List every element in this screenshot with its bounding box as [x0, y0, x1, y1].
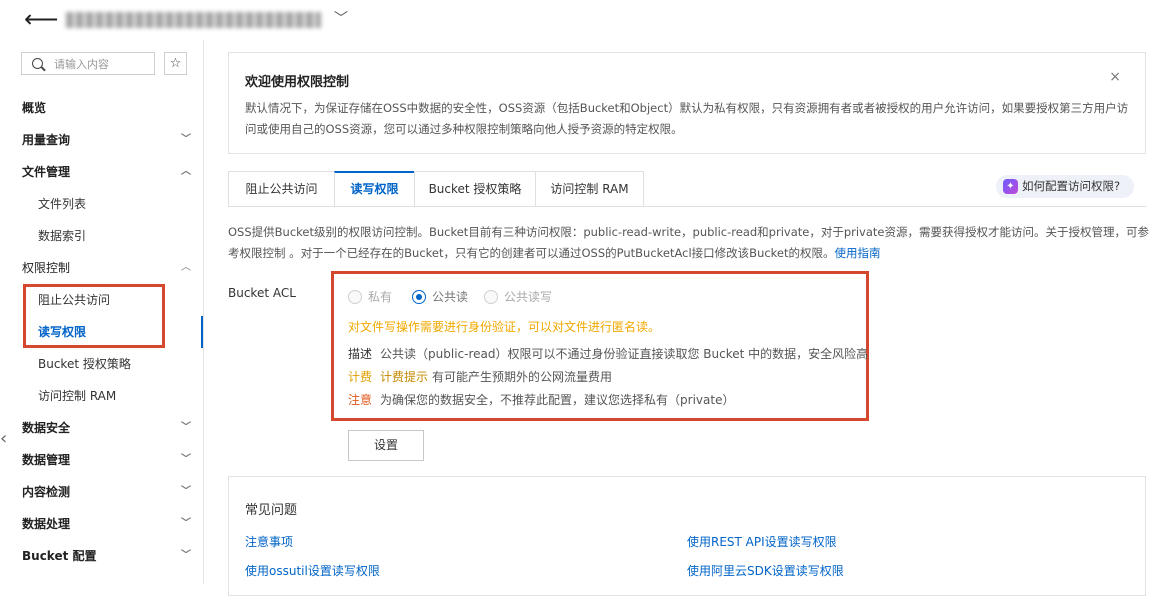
faq-link[interactable]: 使用ossutil设置读写权限	[245, 562, 380, 579]
radio-circle	[412, 290, 426, 304]
info-key: 注意	[348, 393, 373, 407]
acl-warning: 对文件写操作需要进行身份验证，可以对文件进行匿名读。	[348, 320, 661, 334]
sidebar-item-label: 内容检测	[22, 485, 71, 499]
save-button[interactable]: 设置	[348, 430, 424, 461]
tab-ram[interactable]: 访问控制 RAM	[535, 171, 644, 207]
sidebar-item-label: 用量查询	[22, 133, 71, 147]
sidebar-item-ram[interactable]: 访问控制 RAM	[38, 380, 203, 412]
sidebar-item-overview[interactable]: 概览	[22, 92, 203, 124]
sidebar-item-data-security[interactable]: 数据安全 ﹀	[22, 412, 203, 444]
description-text: OSS提供Bucket级别的权限访问控制。Bucket目前有三种访问权限：pub…	[228, 225, 1149, 260]
chevron-up-icon: ︿	[181, 262, 191, 273]
tab-read-write-permission[interactable]: 读写权限	[334, 171, 415, 207]
chevron-down-icon: ﹀	[181, 454, 191, 465]
sidebar-item-data-management[interactable]: 数据管理 ﹀	[22, 444, 203, 476]
search-input[interactable]	[54, 56, 150, 72]
highlight-box-sidebar	[23, 284, 165, 348]
sidebar-item-file-management[interactable]: 文件管理 ︿	[22, 156, 203, 188]
chevron-down-icon: ﹀	[181, 518, 191, 529]
sidebar-item-label: 文件列表	[38, 197, 87, 211]
sidebar-item-label: 数据处理	[22, 517, 71, 531]
faq-link[interactable]: 使用阿里云SDK设置读写权限	[687, 562, 844, 579]
faq-link[interactable]: 注意事项	[245, 533, 293, 550]
radio-label: 公共读写	[504, 290, 553, 304]
radio-private[interactable]: 私有	[348, 288, 392, 306]
search-box	[21, 52, 155, 75]
radio-label: 私有	[368, 290, 393, 304]
sidebar-item-content-detection[interactable]: 内容检测 ﹀	[22, 476, 203, 508]
tabs-divider	[228, 206, 1146, 207]
radio-circle	[348, 290, 362, 304]
acl-label: Bucket ACL	[228, 286, 296, 300]
sidebar-item-data-index[interactable]: 数据索引	[38, 220, 203, 252]
sidebar-item-bucket-config[interactable]: Bucket 配置 ﹀	[22, 540, 203, 572]
sidebar-item-label: 访问控制 RAM	[38, 389, 117, 403]
sidebar-item-label: 文件管理	[22, 165, 71, 179]
close-icon[interactable]: ×	[1109, 69, 1121, 85]
acl-billing-row: 计费 计费提示 有可能产生预期外的公网流量费用	[348, 368, 612, 385]
sidebar-item-label: 数据安全	[22, 421, 71, 435]
chevron-down-icon: ﹀	[181, 422, 191, 433]
welcome-title: 欢迎使用权限控制	[245, 75, 350, 90]
acl-description-row: 描述 公共读（public-read）权限可以不通过身份验证直接读取您 Bucke…	[348, 345, 868, 362]
chevron-down-icon: ﹀	[181, 486, 191, 497]
chevron-down-icon: ﹀	[181, 134, 191, 145]
tab-block-public-access[interactable]: 阻止公共访问	[228, 171, 335, 207]
sidebar-item-bucket-policy[interactable]: Bucket 授权策略	[38, 348, 203, 380]
info-value: 为确保您的数据安全，不推荐此配置，建议您选择私有（private）	[380, 393, 735, 407]
ai-assistant-icon: ✦	[1003, 179, 1018, 194]
active-indicator	[201, 316, 203, 348]
sidebar-item-label: 数据索引	[38, 229, 87, 243]
sidebar-item-usage[interactable]: 用量查询 ﹀	[22, 124, 203, 156]
guide-link[interactable]: 使用指南	[835, 246, 881, 260]
info-key: 描述	[348, 347, 373, 361]
welcome-body: 默认情况下，为保证存储在OSS中数据的安全性，OSS资源（包括Bucket和Ob…	[245, 101, 1129, 136]
info-key-secondary: 计费提示	[380, 370, 429, 384]
search-icon	[32, 58, 43, 69]
chevron-left-icon[interactable]: ‹	[0, 426, 12, 452]
sidebar-item-label: Bucket 配置	[22, 549, 97, 563]
description: OSS提供Bucket级别的权限访问控制。Bucket目前有三种访问权限：pub…	[228, 222, 1160, 264]
welcome-banner: 欢迎使用权限控制 × 默认情况下，为保证存储在OSS中数据的安全性，OSS资源（…	[228, 52, 1146, 154]
sidebar-item-label: 权限控制	[22, 261, 71, 275]
chevron-down-icon[interactable]: ﹀	[334, 8, 348, 28]
radio-label: 公共读	[432, 290, 469, 304]
acl-note-row: 注意 为确保您的数据安全，不推荐此配置，建议您选择私有（private）	[348, 391, 734, 408]
radio-public-read[interactable]: 公共读	[412, 288, 468, 306]
help-button[interactable]: ✦ 如何配置访问权限?	[996, 175, 1134, 198]
sidebar-item-file-list[interactable]: 文件列表	[38, 188, 203, 220]
sidebar-item-access-control[interactable]: 权限控制 ︿	[22, 252, 203, 284]
sidebar: ☆ 概览 用量查询﹀ 文件管理︿ 文件列表 数据索引 权限控制︿ 阻止公共访问 …	[0, 40, 204, 584]
chevron-up-icon: ︿	[181, 166, 191, 177]
chevron-down-icon: ﹀	[181, 550, 191, 561]
tab-bucket-policy[interactable]: Bucket 授权策略	[414, 171, 536, 207]
info-key: 计费	[348, 370, 373, 384]
faq-panel: 常见问题 注意事项 使用REST API设置读写权限 使用ossutil设置读写…	[228, 476, 1146, 596]
header: ⟵ ﹀	[0, 0, 1165, 40]
sidebar-item-label: 概览	[22, 101, 47, 115]
info-value: 公共读（public-read）权限可以不通过身份验证直接读取您 Bucket …	[380, 347, 869, 361]
bucket-title-redacted	[66, 12, 321, 28]
radio-public-read-write[interactable]: 公共读写	[484, 288, 552, 306]
sidebar-item-label: Bucket 授权策略	[38, 357, 131, 371]
arrow-left-icon[interactable]: ⟵	[24, 6, 58, 32]
sidebar-item-data-processing[interactable]: 数据处理 ﹀	[22, 508, 203, 540]
info-value: 有可能产生预期外的公网流量费用	[432, 370, 613, 384]
faq-link[interactable]: 使用REST API设置读写权限	[687, 533, 837, 550]
sidebar-item-label: 数据管理	[22, 453, 71, 467]
radio-circle	[484, 290, 498, 304]
star-icon[interactable]: ☆	[164, 52, 187, 75]
faq-title: 常见问题	[245, 503, 298, 518]
help-label: 如何配置访问权限?	[1022, 179, 1121, 193]
